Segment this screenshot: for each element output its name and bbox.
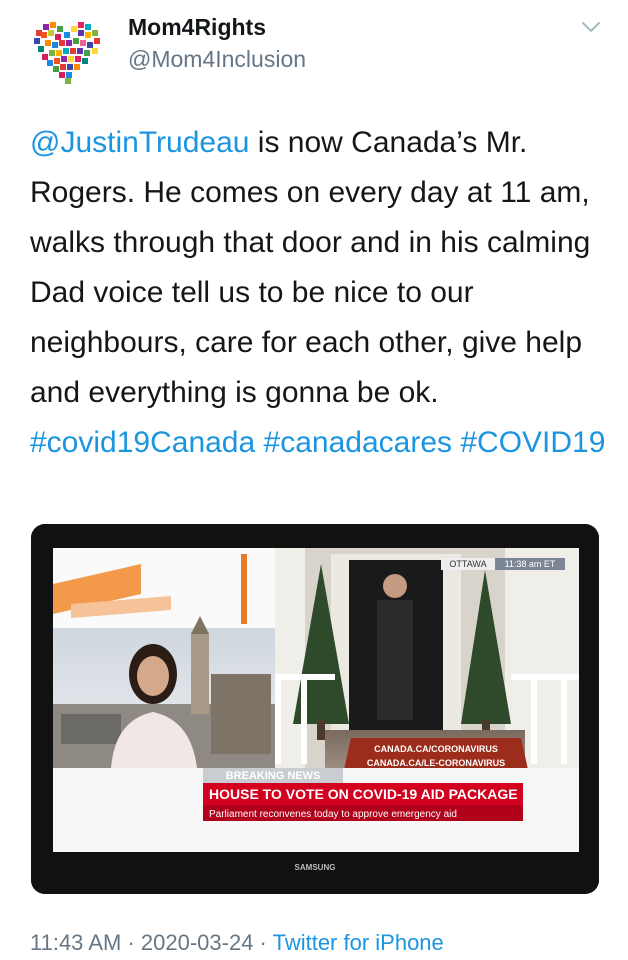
tv-time: 11:38 am ET xyxy=(505,559,556,569)
tweet-text: @JustinTrudeau is now Canada’s Mr. Roger… xyxy=(30,118,610,468)
mention-link[interactable]: @JustinTrudeau xyxy=(30,126,249,159)
meta-separator: · xyxy=(253,930,273,955)
tweet-photo[interactable]: OTTAWA 11:38 am ET CANADA.CA/CORONAVIRUS… xyxy=(31,524,599,894)
meta-separator: · xyxy=(121,930,141,955)
tweet-date[interactable]: 2020-03-24 xyxy=(141,930,254,955)
subheadline: Parliament reconvenes today to approve e… xyxy=(209,809,457,820)
hashtag-link[interactable]: #covid19Canada xyxy=(30,426,255,459)
tweet-meta: 11:43 AM · 2020-03-24 · Twitter for iPho… xyxy=(30,930,444,956)
hashtag-link[interactable]: #canadacares xyxy=(264,426,452,459)
tweet-body: is now Canada’s Mr. Rogers. He comes on … xyxy=(30,126,591,409)
avatar[interactable] xyxy=(28,10,108,90)
heart-avatar-icon xyxy=(28,10,108,90)
client-app-link[interactable]: Twitter for iPhone xyxy=(273,930,444,955)
tweet-time: 11:43 AM xyxy=(30,930,122,955)
tv-url-1: CANADA.CA/CORONAVIRUS xyxy=(374,744,498,754)
tv-url-2: CANADA.CA/LE-CORONAVIRUS xyxy=(367,758,505,768)
hashtag-link[interactable]: #COVID19 xyxy=(460,426,605,459)
headline: HOUSE TO VOTE ON COVID-19 AID PACKAGE xyxy=(209,786,518,802)
display-name[interactable]: Mom4Rights xyxy=(128,14,266,41)
chevron-down-icon[interactable] xyxy=(578,14,604,40)
user-handle[interactable]: @Mom4Inclusion xyxy=(128,46,306,73)
breaking-news-label: BREAKING NEWS xyxy=(226,770,321,782)
tv-location: OTTAWA xyxy=(449,559,486,569)
tv-brand: SAMSUNG xyxy=(295,863,336,872)
